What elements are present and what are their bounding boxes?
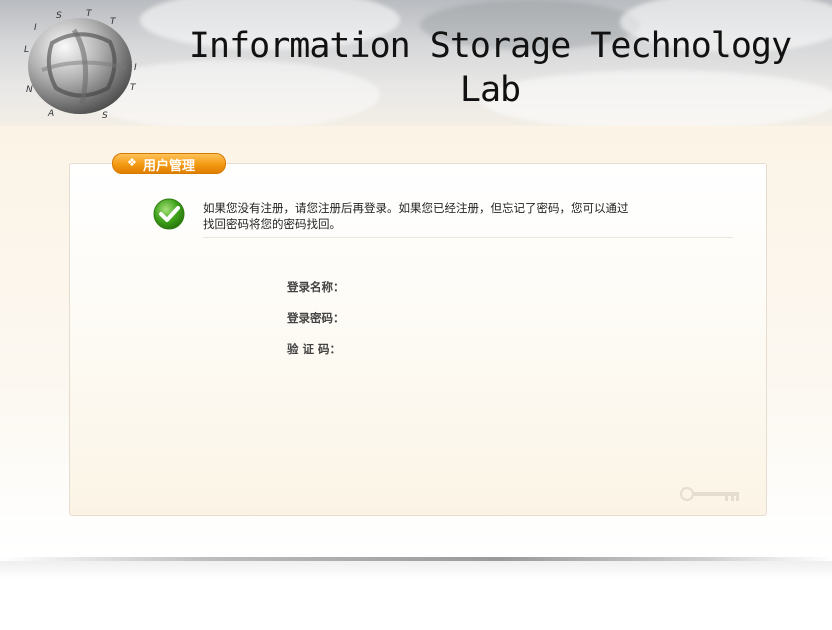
logo-letter: S (56, 11, 62, 21)
tab-user-management[interactable]: ❖ 用户管理 (112, 153, 226, 174)
checkmark-icon (153, 198, 185, 230)
logo-letter: I (34, 23, 37, 33)
logo-letter: S (102, 111, 108, 121)
password-label: 登录密码： (287, 311, 345, 325)
site-title: Information Storage Technology Lab (150, 24, 830, 112)
logo-letter: I (134, 63, 137, 73)
captcha-label: 验 证 码： (287, 342, 342, 356)
site-title-line1: Information Storage Technology (188, 26, 792, 66)
diamond-arrow-icon: ❖ (127, 156, 137, 169)
logo-letter: L (24, 45, 29, 55)
logo-letter: T (86, 9, 93, 19)
header-banner: L I S T T I T S A N Information Storage … (0, 0, 832, 126)
login-instructions: 如果您没有注册，请您注册后再登录。如果您已经注册，但忘记了密码，您可以通过 找回… (203, 200, 673, 232)
key-icon (680, 487, 739, 501)
logo-letter: N (26, 85, 33, 95)
divider (203, 237, 733, 238)
footer-shadow (0, 561, 832, 579)
site-title-line2: Lab (459, 70, 521, 110)
username-label: 登录名称： (287, 280, 345, 294)
instructions-line: 如果您没有注册，请您注册后再登录。如果您已经注册，但忘记了密码，您可以通过 (203, 201, 629, 215)
globe-logo-icon: L I S T T I T S A N (24, 9, 137, 121)
logo-letter: A (47, 109, 54, 119)
tab-label: 用户管理 (143, 159, 196, 174)
logo-letter: T (130, 83, 137, 93)
instructions-line: 找回密码将您的密码找回。 (203, 217, 341, 231)
logo-letter: T (110, 17, 117, 27)
